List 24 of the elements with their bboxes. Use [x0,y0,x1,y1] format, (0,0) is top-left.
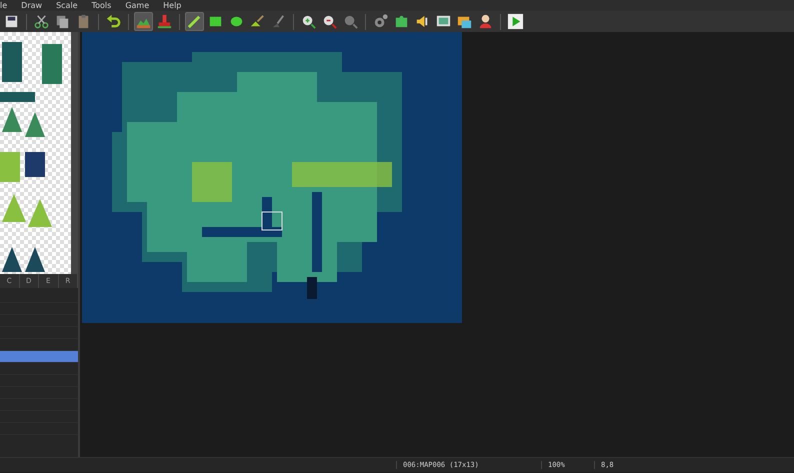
menu-item[interactable]: Help [163,0,182,10]
copy-icon [54,13,71,30]
toolbar-button[interactable] [506,12,525,31]
pencil-icon [186,13,203,30]
menu-item[interactable]: Tools [92,0,112,10]
menu-item[interactable]: le [0,0,8,10]
toolbar-button[interactable] [185,12,204,31]
zoom-in-icon [300,13,317,30]
puzzle-icon [393,13,410,30]
undo-icon [105,13,122,30]
map-tree-row[interactable] [0,351,78,363]
menu-item[interactable]: Game [125,0,150,10]
person-icon [477,13,494,30]
magnifier-icon [342,13,359,30]
scissors-icon [33,13,50,30]
play-icon [507,13,524,30]
zoom-out-icon [321,13,338,30]
menu-item[interactable]: Draw [21,0,42,10]
tileset-drawing[interactable] [0,32,71,274]
stamp-icon [156,13,173,30]
map-drawing[interactable] [82,32,462,323]
save-icon [3,13,20,30]
scrollbar[interactable] [71,32,78,274]
menu-item[interactable]: Scale [56,0,78,10]
